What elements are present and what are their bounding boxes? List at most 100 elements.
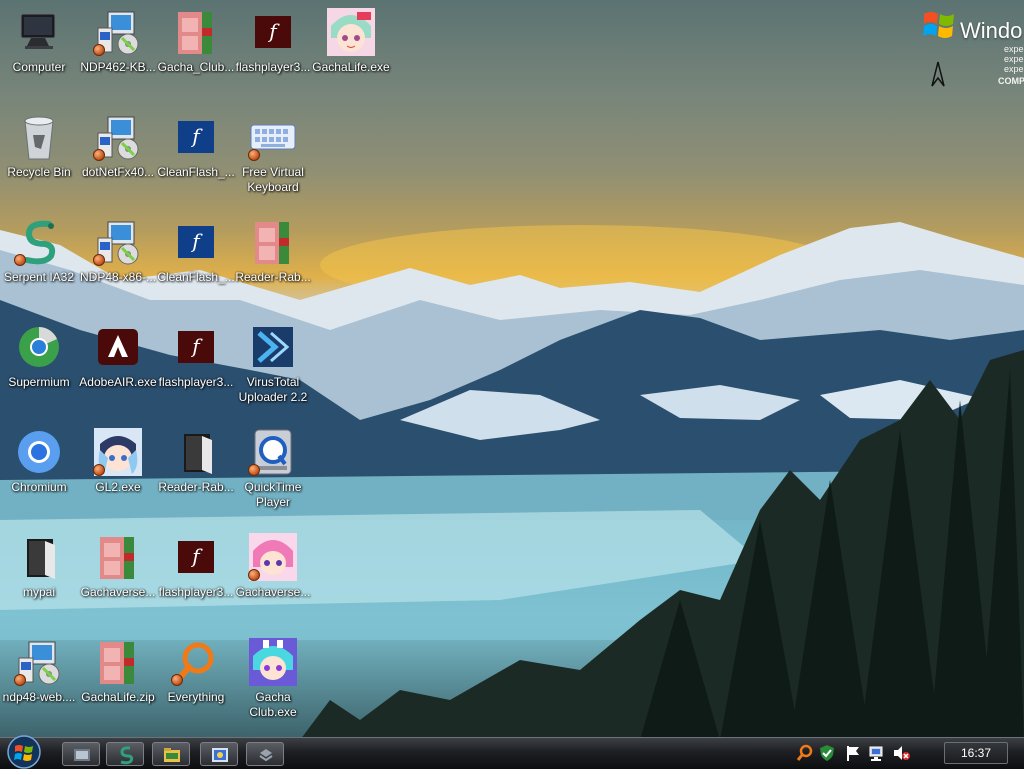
desktop-icon-cleanflash-2[interactable]: f CleanFlash_...	[157, 212, 235, 312]
desktop-icon-flashplayer-1[interactable]: f flashplayer3...	[234, 2, 312, 102]
desktop-icon-reader-rab-archive[interactable]: Reader-Rab...	[234, 212, 312, 312]
windows-logo-icon	[923, 12, 954, 38]
desktop-icon-label: GachaLife.exe	[312, 60, 390, 74]
network-icon[interactable]	[868, 744, 886, 762]
folder-icon	[15, 533, 63, 581]
taskbar-explorer[interactable]	[62, 742, 100, 766]
shortcut-badge-icon	[248, 149, 260, 161]
gacha-club-icon	[249, 638, 297, 686]
flash-player-icon: f	[249, 8, 297, 56]
desktop-icon-label: Supermium	[8, 375, 70, 389]
flash-player-icon: f	[172, 323, 220, 371]
desktop-icon-recycle-bin[interactable]: Recycle Bin	[0, 107, 78, 207]
desktop-icon-label: Gacha Club.exe	[249, 690, 297, 719]
desktop-icon-ndp462[interactable]: NDP462-KB...	[79, 2, 157, 102]
desktop-icon-label: Chromium	[11, 480, 67, 494]
action-center-flag-icon[interactable]	[844, 744, 862, 762]
desktop-icon-everything[interactable]: Everything	[157, 632, 235, 732]
desktop-icon-cleanflash-1[interactable]: f CleanFlash_...	[157, 107, 235, 207]
start-orb-icon	[7, 735, 41, 769]
desktop-icon-gacha-club-archive[interactable]: Gacha_Club...	[157, 2, 235, 102]
taskbar-app[interactable]	[246, 742, 284, 766]
desktop-icon-label: flashplayer3...	[158, 375, 234, 389]
brand-line: expe	[1004, 44, 1024, 54]
security-icon[interactable]	[818, 744, 836, 762]
desktop-icon-computer[interactable]: Computer	[0, 2, 78, 102]
desktop-icon-ndp48-web[interactable]: ndp48-web....	[0, 632, 78, 732]
desktop-icon-label: dotNetFx40...	[81, 165, 155, 179]
computer-icon	[15, 8, 63, 56]
desktop-icon-gachalife-exe[interactable]: GachaLife.exe	[312, 2, 390, 102]
volume-muted-icon[interactable]	[892, 744, 910, 762]
shortcut-badge-icon	[93, 44, 105, 56]
everything-icon[interactable]	[796, 744, 814, 762]
desktop-icon-label: CleanFlash_...	[157, 165, 235, 179]
desktop-icon-label: Gachaverse...	[80, 585, 156, 599]
system-tray	[796, 742, 936, 766]
flash-icon: f	[172, 218, 220, 266]
desktop-icon-label: GachaLife.zip	[81, 690, 155, 704]
explorer-icon	[74, 749, 90, 761]
virustotal-icon	[249, 323, 297, 371]
taskbar-clock[interactable]: 16:37	[944, 742, 1008, 764]
brand-line: expe	[1004, 54, 1024, 64]
shortcut-badge-icon	[93, 149, 105, 161]
desktop-icon-virustotal-uploader[interactable]: VirusTotal Uploader 2.2	[234, 317, 312, 417]
supermium-icon	[15, 323, 63, 371]
desktop-icon-gachalife-zip[interactable]: GachaLife.zip	[79, 632, 157, 732]
adobe-air-icon	[94, 323, 142, 371]
desktop-icon-free-virtual-keyboard[interactable]: Free Virtual Keyboard	[234, 107, 312, 207]
desktop-icon-flashplayer-3[interactable]: f flashplayer3...	[157, 527, 235, 627]
archive-icon	[94, 638, 142, 686]
desktop-icon-gachaverse-archive[interactable]: Gachaverse...	[79, 527, 157, 627]
desktop-icon-supermium[interactable]: Supermium	[0, 317, 78, 417]
desktop-icon-mypai[interactable]: mypai	[0, 527, 78, 627]
desktop-icon-label: QuickTime Player	[244, 480, 302, 509]
desktop-icon-label: VirusTotal Uploader 2.2	[238, 375, 308, 404]
archive-icon	[94, 533, 142, 581]
recycle-bin-icon	[15, 113, 63, 161]
desktop-icon-label: Everything	[167, 690, 225, 704]
gacha-life-icon	[327, 8, 375, 56]
shortcut-badge-icon	[248, 569, 260, 581]
desktop-icon-label: Gachaverse...	[235, 585, 311, 599]
shortcut-badge-icon	[93, 464, 105, 476]
windows-brand-watermark: Windo expe expe expe COMP	[920, 6, 1024, 90]
brand-footer: COMP	[998, 76, 1024, 86]
desktop-icon-gachaverse-exe[interactable]: Gachaverse...	[234, 527, 312, 627]
desktop-icon-label: ndp48-web....	[2, 690, 76, 704]
shortcut-badge-icon	[93, 254, 105, 266]
taskbar-serpent[interactable]	[106, 742, 144, 766]
serpent-icon	[120, 746, 134, 765]
flash-icon: f	[172, 113, 220, 161]
desktop-icon-label: NDP462-KB...	[80, 60, 156, 74]
desktop-icon-dotnetfx40[interactable]: dotNetFx40...	[79, 107, 157, 207]
desktop-icon-adobeair[interactable]: AdobeAIR.exe	[79, 317, 157, 417]
desktop-icon-chromium[interactable]: Chromium	[0, 422, 78, 522]
taskbar-media[interactable]	[200, 742, 238, 766]
archive-icon	[249, 218, 297, 266]
desktop-icon-label: flashplayer3...	[235, 60, 311, 74]
desktop-icon-gacha-club-exe[interactable]: Gacha Club.exe	[234, 632, 312, 732]
desktop-icon-gl2[interactable]: GL2.exe	[79, 422, 157, 522]
desktop-icon-label: Reader-Rab...	[158, 480, 234, 494]
start-button[interactable]	[2, 732, 46, 770]
desktop-icon-reader-rab-folder[interactable]: Reader-Rab...	[157, 422, 235, 522]
archive-icon	[172, 8, 220, 56]
taskbar-folder[interactable]	[152, 742, 190, 766]
desktop-icon-label: mypai	[22, 585, 55, 599]
desktop-icon-quicktime-player[interactable]: QuickTime Player	[234, 422, 312, 522]
desktop-icon-ndp48-x86[interactable]: NDP48-x86-...	[79, 212, 157, 312]
desktop-icon-label: Recycle Bin	[7, 165, 71, 179]
brand-line: expe	[1004, 64, 1024, 74]
brand-wordmark: Windo	[960, 18, 1023, 43]
desktop-icon-label: Reader-Rab...	[235, 270, 311, 284]
taskbar: 16:37	[0, 735, 1024, 769]
desktop-icon-flashplayer-2[interactable]: f flashplayer3...	[157, 317, 235, 417]
folder-icon	[172, 428, 220, 476]
shortcut-badge-icon	[14, 254, 26, 266]
desktop-icon-label: Free Virtual Keyboard	[242, 165, 304, 194]
desktop-icon-label: NDP48-x86-...	[79, 270, 157, 284]
desktop-icon-serpent-ia32[interactable]: Serpent IA32	[0, 212, 78, 312]
chromium-icon	[15, 428, 63, 476]
